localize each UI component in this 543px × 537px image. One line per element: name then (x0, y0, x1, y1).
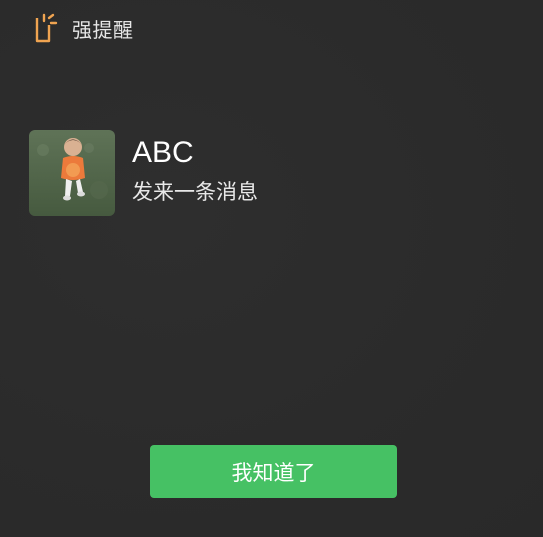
reminder-bell-icon (34, 12, 58, 44)
strong-reminder-screen: 强提醒 ABC 发来一条消息 我知道了 (0, 0, 543, 537)
notification-card: ABC 发来一条消息 (29, 130, 258, 216)
acknowledge-button[interactable]: 我知道了 (150, 445, 397, 498)
header-title: 强提醒 (72, 17, 134, 42)
header: 强提醒 (34, 12, 134, 44)
sender-name: ABC (132, 136, 194, 169)
avatar (29, 130, 115, 216)
notification-text: ABC 发来一条消息 (132, 130, 258, 206)
message-text: 发来一条消息 (132, 180, 258, 204)
